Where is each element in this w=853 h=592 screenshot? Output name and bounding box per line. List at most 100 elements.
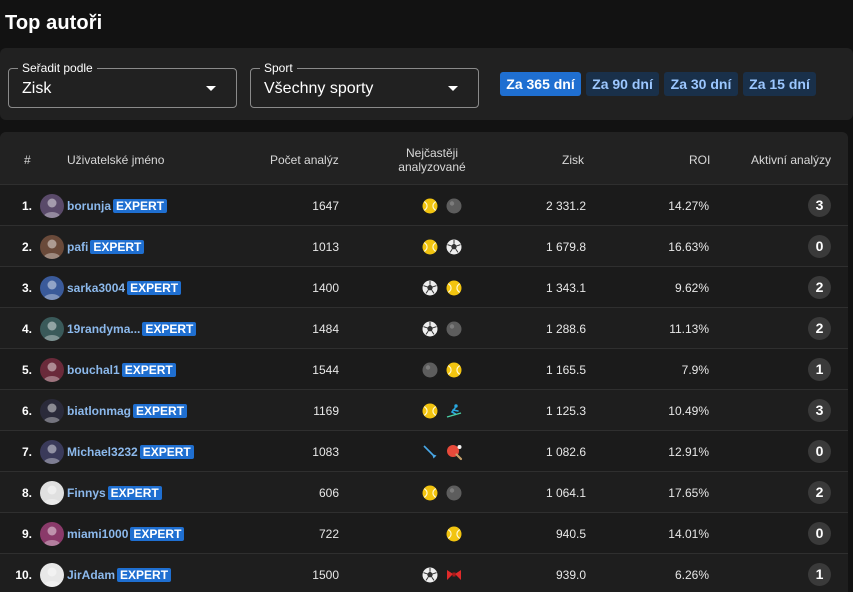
avatar[interactable] [40, 481, 64, 505]
table-row: 3. sarka3004 EXPERT 1400 1 343.1 9.62% 2 [0, 266, 848, 307]
username[interactable]: miami1000 [67, 527, 128, 541]
active-analyses-count[interactable]: 2 [808, 317, 831, 340]
avatar[interactable] [40, 276, 64, 300]
roi-value: 7.9% [681, 363, 709, 377]
profit-value: 1 343.1 [545, 281, 586, 295]
active-analyses-count[interactable]: 2 [808, 276, 831, 299]
most-analyzed-sports [421, 238, 463, 256]
username-link[interactable]: biatlonmag EXPERT [67, 404, 188, 418]
ball-icon [445, 197, 463, 215]
active-analyses-count[interactable]: 0 [808, 440, 831, 463]
active-analyses-count[interactable]: 0 [808, 522, 831, 545]
analysis-count: 1083 [312, 445, 339, 459]
header-most-line1: Nejčastěji [405, 146, 459, 160]
analysis-count: 606 [318, 486, 339, 500]
skier-icon [445, 402, 463, 420]
sort-select[interactable]: Seřadit podle Zisk [8, 61, 237, 108]
sort-select-label: Seřadit podle [18, 61, 97, 75]
username-link[interactable]: miami1000 EXPERT [67, 527, 185, 541]
sport-select[interactable]: Sport Všechny sporty [250, 61, 479, 108]
roi-value: 10.49% [668, 404, 709, 418]
username[interactable]: bouchal1 [67, 363, 120, 377]
period-90-button[interactable]: Za 90 dní [586, 72, 659, 96]
username[interactable]: biatlonmag [67, 404, 131, 418]
analysis-count: 1484 [312, 322, 339, 336]
active-analyses-count[interactable]: 3 [808, 194, 831, 217]
analysis-count: 1169 [313, 404, 339, 418]
tennis-ball-icon [445, 525, 463, 543]
soccer-ball-icon [421, 279, 439, 297]
period-30-button[interactable]: Za 30 dní [664, 72, 738, 96]
chevron-down-icon [206, 86, 216, 91]
username[interactable]: 19randyma... [67, 322, 140, 336]
analysis-count: 1647 [312, 199, 339, 213]
avatar[interactable] [40, 563, 64, 587]
username[interactable]: borunja [67, 199, 111, 213]
username[interactable]: sarka3004 [67, 281, 125, 295]
rank: 8. [21, 486, 32, 500]
roi-value: 16.63% [668, 240, 709, 254]
rank: 9. [21, 527, 32, 541]
username-link[interactable]: borunja EXPERT [67, 199, 168, 213]
table-row: 4. 19randyma... EXPERT 1484 1 288.6 11.13% 2 [0, 307, 848, 348]
active-analyses-count[interactable]: 2 [808, 481, 831, 504]
username[interactable]: Finnys [67, 486, 106, 500]
table-row: 2. pafi EXPERT 1013 1 679.8 16.63% 0 [0, 225, 848, 266]
table-row: 9. miami1000 EXPERT 722 940.5 14.01% 0 [0, 512, 848, 553]
profit-value: 940.5 [555, 527, 586, 541]
profit-value: 1 125.3 [545, 404, 586, 418]
rank: 10. [15, 568, 32, 582]
table-header: # Uživatelské jméno Počet analýz Nejčast… [0, 132, 848, 184]
header-roi: ROI [689, 153, 711, 167]
user-silhouette-icon [43, 485, 61, 505]
soccer-ball-icon [421, 320, 439, 338]
tennis-ball-icon [421, 402, 439, 420]
username-link[interactable]: Michael3232 EXPERT [67, 445, 194, 459]
avatar[interactable] [40, 522, 64, 546]
username-link[interactable]: JirAdam EXPERT [67, 568, 172, 582]
avatar[interactable] [40, 399, 64, 423]
username-link[interactable]: Finnys EXPERT [67, 486, 162, 500]
chevron-down-icon [448, 86, 458, 91]
user-silhouette-icon [43, 526, 61, 546]
period-365-button[interactable]: Za 365 dní [500, 72, 581, 96]
header-rank: # [24, 153, 31, 167]
active-analyses-count[interactable]: 3 [808, 399, 831, 422]
most-analyzed-sports [421, 484, 463, 502]
expert-badge: EXPERT [90, 240, 145, 254]
active-analyses-count[interactable]: 1 [808, 563, 831, 586]
username-link[interactable]: sarka3004 EXPERT [67, 281, 182, 295]
most-analyzed-sports [421, 566, 463, 584]
user-silhouette-icon [43, 567, 61, 587]
username-link[interactable]: pafi EXPERT [67, 240, 145, 254]
active-analyses-count[interactable]: 0 [808, 235, 831, 258]
roi-value: 12.91% [668, 445, 709, 459]
expert-badge: EXPERT [113, 199, 168, 213]
table-row: 7. Michael3232 EXPERT 1083 1 082.6 12.91% 0 [0, 430, 848, 471]
expert-badge: EXPERT [117, 568, 172, 582]
user-silhouette-icon [43, 362, 61, 382]
username-link[interactable]: 19randyma... EXPERT [67, 322, 197, 336]
analysis-count: 722 [318, 527, 339, 541]
tennis-ball-icon [445, 279, 463, 297]
rank: 2. [21, 240, 32, 254]
sort-select-value: Zisk [22, 80, 52, 97]
ball-icon [421, 361, 439, 379]
table-row: 5. bouchal1 EXPERT 1544 1 165.5 7.9% 1 [0, 348, 848, 389]
tennis-ball-icon [445, 361, 463, 379]
username[interactable]: JirAdam [67, 568, 115, 582]
avatar[interactable] [40, 358, 64, 382]
username[interactable]: Michael3232 [67, 445, 138, 459]
username[interactable]: pafi [67, 240, 88, 254]
badminton-icon [421, 443, 439, 461]
soccer-ball-icon [445, 238, 463, 256]
avatar[interactable] [40, 235, 64, 259]
period-15-button[interactable]: Za 15 dní [743, 72, 816, 96]
active-analyses-count[interactable]: 1 [808, 358, 831, 381]
analysis-count: 1400 [312, 281, 339, 295]
roi-value: 6.26% [674, 568, 709, 582]
avatar[interactable] [40, 317, 64, 341]
avatar[interactable] [40, 194, 64, 218]
username-link[interactable]: bouchal1 EXPERT [67, 363, 176, 377]
avatar[interactable] [40, 440, 64, 464]
